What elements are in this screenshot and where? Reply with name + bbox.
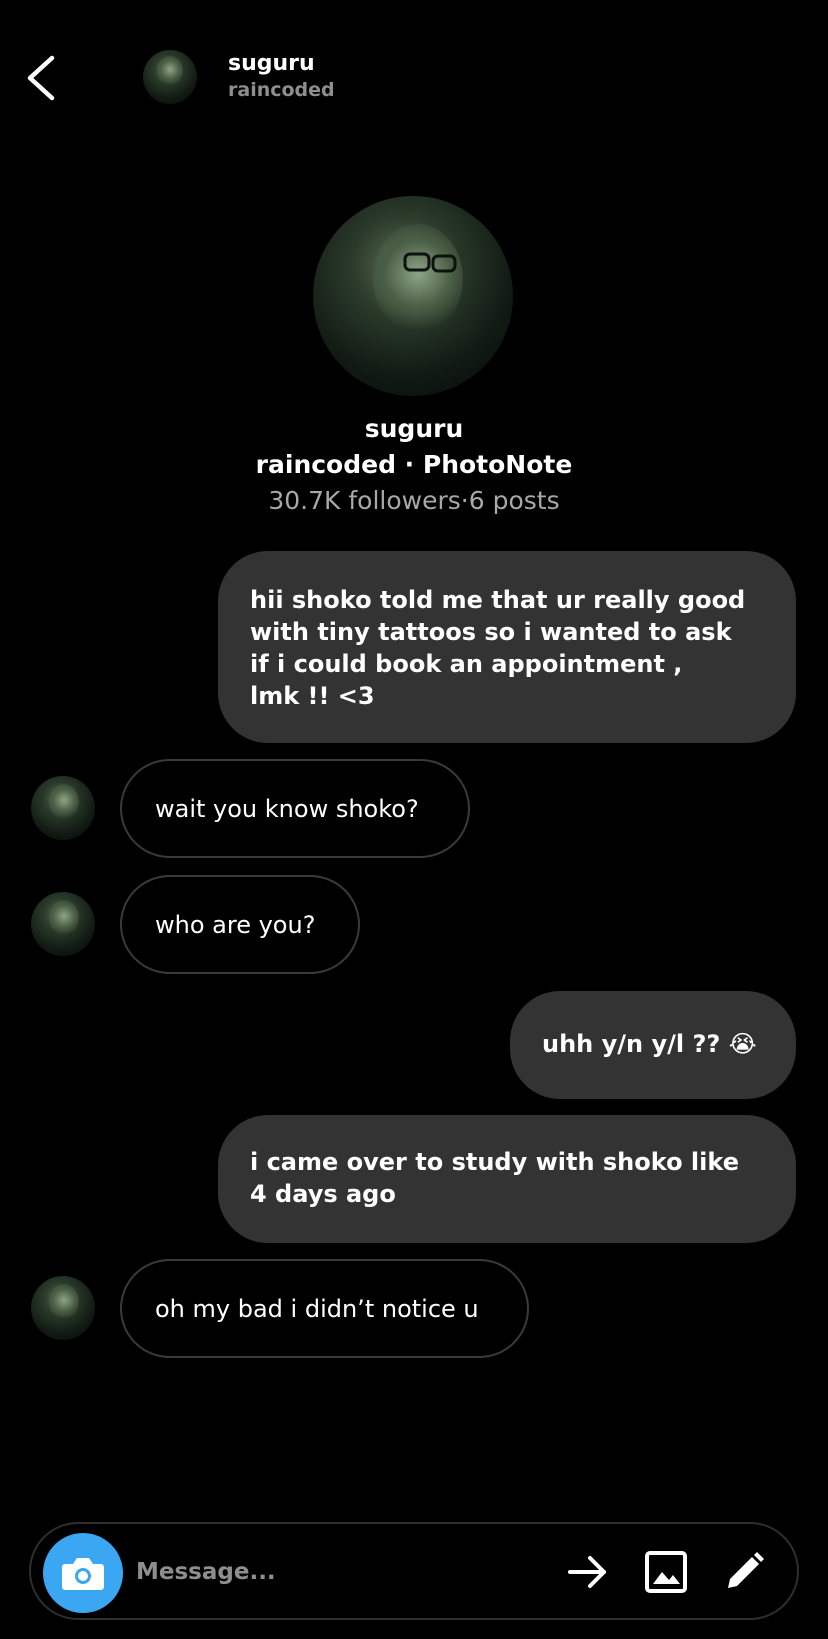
gallery-button[interactable] bbox=[642, 1548, 690, 1596]
message-composer bbox=[29, 1522, 799, 1620]
image-icon bbox=[645, 1551, 687, 1593]
message-line: if i could book an appointment , bbox=[250, 650, 683, 678]
sender-avatar[interactable] bbox=[31, 892, 95, 956]
pencil-icon bbox=[728, 1552, 764, 1588]
arrow-right-icon bbox=[568, 1556, 606, 1588]
profile-avatar[interactable] bbox=[313, 196, 513, 396]
message-line: lmk !! <3 bbox=[250, 682, 375, 710]
profile-stats: 30.7K followers·6 posts bbox=[268, 486, 560, 515]
message-line: uhh y/n y/l ?? 😭 bbox=[542, 1030, 757, 1058]
header-avatar[interactable] bbox=[143, 50, 197, 104]
sent-message[interactable]: i came over to study with shoko like 4 d… bbox=[218, 1115, 796, 1243]
chat-header: suguru raincoded bbox=[0, 0, 828, 150]
profile-name: suguru bbox=[364, 414, 464, 443]
sender-avatar[interactable] bbox=[31, 776, 95, 840]
message-line: i came over to study with shoko like bbox=[250, 1148, 739, 1176]
header-handle: raincoded bbox=[228, 79, 335, 101]
message-line: 4 days ago bbox=[250, 1180, 396, 1208]
message-text: who are you? bbox=[155, 911, 316, 939]
message-text: wait you know shoko? bbox=[155, 795, 419, 823]
message-text: oh my bad i didn’t notice u bbox=[155, 1295, 479, 1323]
message-line: hii shoko told me that ur really good bbox=[250, 586, 746, 614]
back-button[interactable] bbox=[22, 48, 62, 108]
profile-handle: raincoded · PhotoNote bbox=[255, 450, 573, 479]
camera-icon bbox=[62, 1558, 104, 1590]
received-message[interactable]: who are you? bbox=[120, 875, 360, 974]
glasses-icon bbox=[403, 252, 457, 273]
received-message[interactable]: wait you know shoko? bbox=[120, 759, 470, 858]
message-line: with tiny tattoos so i wanted to ask bbox=[250, 618, 732, 646]
sent-message[interactable]: hii shoko told me that ur really good wi… bbox=[218, 551, 796, 743]
chevron-left-icon bbox=[27, 55, 55, 101]
message-input[interactable] bbox=[134, 1548, 518, 1596]
received-message[interactable]: oh my bad i didn’t notice u bbox=[120, 1259, 529, 1358]
camera-button[interactable] bbox=[43, 1533, 123, 1613]
header-username[interactable]: suguru bbox=[228, 51, 315, 76]
send-button[interactable] bbox=[564, 1548, 612, 1596]
sticker-button[interactable] bbox=[720, 1548, 768, 1596]
sender-avatar[interactable] bbox=[31, 1276, 95, 1340]
sent-message[interactable]: uhh y/n y/l ?? 😭 bbox=[510, 991, 796, 1099]
